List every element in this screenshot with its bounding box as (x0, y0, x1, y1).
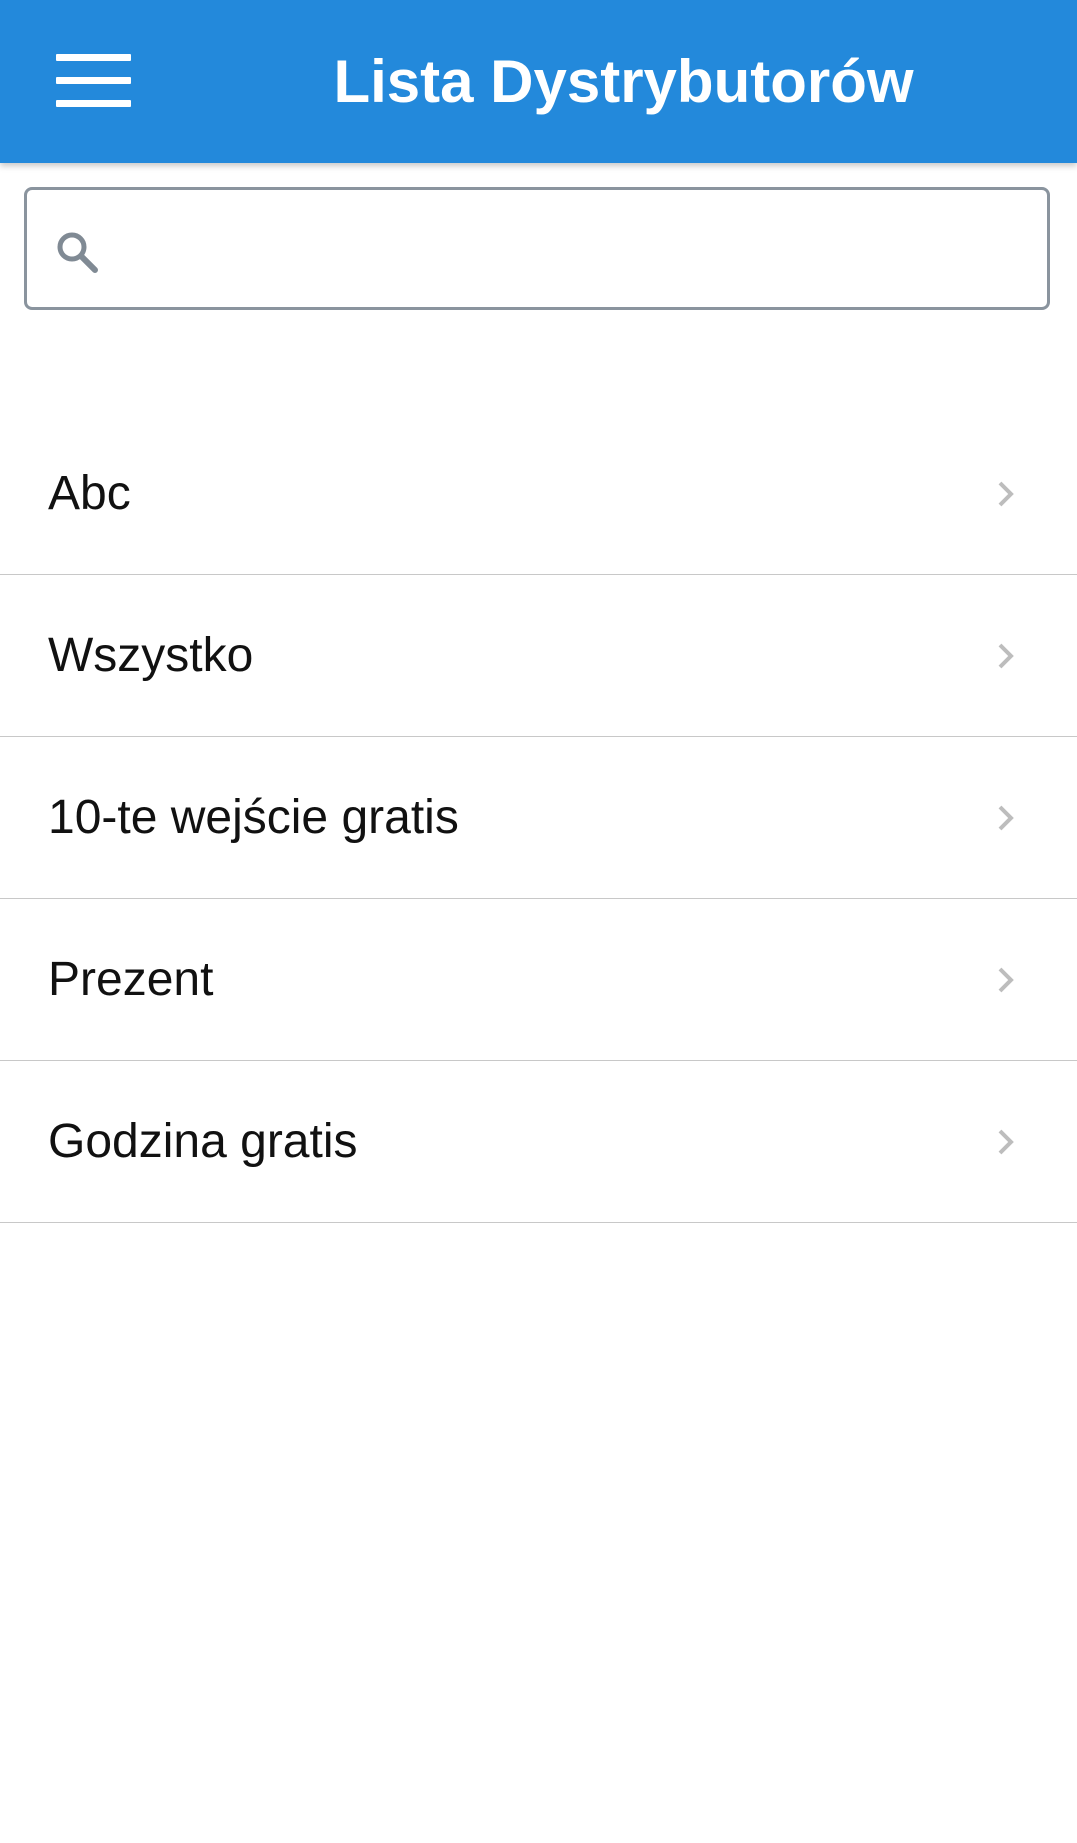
search-box[interactable] (24, 187, 1050, 310)
list-item-label: Wszystko (48, 629, 254, 682)
app-header: Lista Dystrybutorów (0, 0, 1077, 163)
list-item[interactable]: Godzina gratis (0, 1061, 1077, 1223)
list-item[interactable]: Abc (0, 413, 1077, 575)
app-screen: Lista Dystrybutorów Abc Wszystko 10-te w… (0, 0, 1077, 1843)
chevron-right-icon (998, 481, 1014, 507)
list-item[interactable]: Wszystko (0, 575, 1077, 737)
list-item[interactable]: 10-te wejście gratis (0, 737, 1077, 899)
page-title: Lista Dystrybutorów (333, 48, 914, 115)
distributor-list: Abc Wszystko 10-te wejście gratis Prezen… (0, 413, 1077, 1223)
search-icon (57, 232, 98, 273)
list-item-label: Prezent (48, 953, 214, 1006)
chevron-right-icon (998, 967, 1014, 993)
chevron-right-icon (998, 643, 1014, 669)
list-item-label: Abc (48, 467, 131, 520)
list-item[interactable]: Prezent (0, 899, 1077, 1061)
list-item-label: Godzina gratis (48, 1115, 358, 1168)
list-item-label: 10-te wejście gratis (48, 791, 459, 844)
search-input[interactable] (122, 200, 1027, 299)
hamburger-menu-icon[interactable] (44, 40, 144, 120)
chevron-right-icon (998, 1129, 1014, 1155)
chevron-right-icon (998, 805, 1014, 831)
